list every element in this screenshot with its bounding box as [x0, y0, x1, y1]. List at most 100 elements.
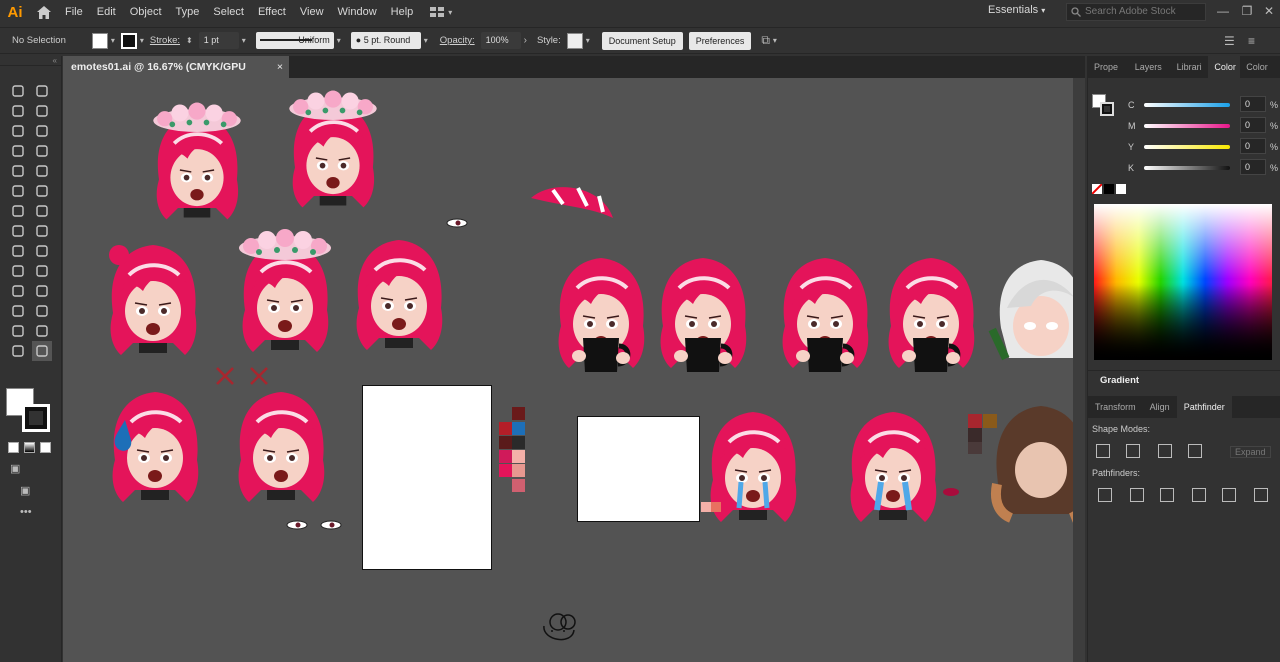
trim-icon[interactable]: [1130, 488, 1144, 502]
draw-mode-icon[interactable]: ▣: [10, 462, 20, 475]
rotate-icon[interactable]: [8, 201, 28, 221]
menu-effect[interactable]: Effect: [251, 0, 293, 24]
chevron-down-icon[interactable]: ▾: [586, 36, 590, 45]
none-mode-icon[interactable]: [40, 442, 51, 453]
black-value[interactable]: 0: [1240, 159, 1266, 175]
document-setup-button[interactable]: Document Setup: [601, 31, 683, 50]
stock-search-input[interactable]: Search Adobe Stock: [1066, 3, 1206, 21]
tab-layers[interactable]: Layers: [1129, 56, 1171, 78]
minus-back-icon[interactable]: [1254, 488, 1268, 502]
shaper-icon[interactable]: [8, 181, 28, 201]
vertical-scrollbar[interactable]: [1073, 78, 1085, 662]
artboard-icon[interactable]: [8, 321, 28, 341]
cyan-value[interactable]: 0: [1240, 96, 1266, 112]
type-icon[interactable]: [8, 141, 28, 161]
eraser-icon[interactable]: [32, 181, 52, 201]
white-swatch[interactable]: [1116, 184, 1126, 194]
chevron-down-icon[interactable]: ▾: [242, 36, 246, 45]
rectangle-icon[interactable]: [8, 161, 28, 181]
exclude-icon[interactable]: [1188, 444, 1202, 458]
perspective-icon[interactable]: [32, 241, 52, 261]
stroke-label[interactable]: Stroke:: [150, 35, 180, 46]
more-tools-icon[interactable]: •••: [20, 506, 32, 518]
document-tab[interactable]: emotes01.ai @ 16.67% (CMYK/GPU Preview) …: [63, 56, 289, 95]
menu-help[interactable]: Help: [384, 0, 421, 24]
tab-pathfinder[interactable]: Pathfinder: [1176, 396, 1232, 418]
arrange-documents-button[interactable]: ▾: [430, 7, 452, 17]
sketch-artboard-2[interactable]: [577, 416, 700, 522]
lasso-icon[interactable]: [32, 101, 52, 121]
chevron-down-icon[interactable]: ▾: [337, 36, 341, 45]
gradient-icon[interactable]: [32, 261, 52, 281]
opacity-field[interactable]: 100%: [480, 32, 521, 49]
merge-icon[interactable]: [1160, 488, 1174, 502]
menu-file[interactable]: File: [58, 0, 90, 24]
tab-libraries[interactable]: Librari: [1171, 56, 1209, 78]
close-tab-icon[interactable]: ×: [277, 56, 283, 78]
minus-front-icon[interactable]: [1126, 444, 1140, 458]
graphic-style-swatch[interactable]: [566, 32, 583, 49]
align-icon[interactable]: ☰: [1224, 34, 1235, 48]
minimize-icon[interactable]: —: [1212, 0, 1234, 22]
expand-button[interactable]: Expand: [1230, 446, 1271, 458]
yellow-value[interactable]: 0: [1240, 138, 1266, 154]
tab-color[interactable]: Color: [1208, 56, 1241, 78]
menu-window[interactable]: Window: [331, 0, 384, 24]
curvature-icon[interactable]: [32, 121, 52, 141]
blend-icon[interactable]: [32, 281, 52, 301]
mesh-icon[interactable]: [8, 261, 28, 281]
close-window-icon[interactable]: ✕: [1258, 0, 1280, 22]
preferences-button[interactable]: Preferences: [688, 31, 752, 50]
menu-edit[interactable]: Edit: [90, 0, 123, 24]
fill-swatch[interactable]: [91, 32, 108, 49]
magic-wand-icon[interactable]: [8, 101, 28, 121]
line-segment-icon[interactable]: [32, 141, 52, 161]
gradient-mode-icon[interactable]: [24, 442, 35, 453]
magenta-slider[interactable]: [1144, 124, 1230, 128]
menu-select[interactable]: Select: [206, 0, 251, 24]
stepper-icon[interactable]: ⬍: [186, 36, 193, 45]
stroke-indicator[interactable]: [1100, 102, 1114, 116]
color-spectrum[interactable]: [1094, 204, 1272, 360]
paintbrush-icon[interactable]: [32, 161, 52, 181]
sketch-artboard-1[interactable]: [362, 385, 492, 570]
tab-properties[interactable]: Prope: [1088, 56, 1129, 78]
home-icon[interactable]: [30, 0, 58, 24]
width-icon[interactable]: [8, 221, 28, 241]
chevron-down-icon[interactable]: ▾: [424, 36, 428, 45]
stroke-weight-field[interactable]: 1 pt: [198, 32, 239, 49]
tool-fill-stroke[interactable]: [6, 388, 50, 432]
zoom-icon[interactable]: [32, 341, 52, 361]
shape-builder-icon[interactable]: [8, 241, 28, 261]
tab-color-guide[interactable]: Color: [1240, 56, 1280, 78]
yellow-slider[interactable]: [1144, 145, 1230, 149]
panel-menu-icon[interactable]: ≡: [1248, 34, 1255, 48]
stroke-swatch[interactable]: [120, 32, 137, 49]
tab-transform[interactable]: Transform: [1088, 396, 1143, 418]
gradient-panel-header[interactable]: Gradient: [1088, 370, 1280, 390]
collapse-icon[interactable]: «: [0, 56, 61, 66]
intersect-icon[interactable]: [1158, 444, 1172, 458]
chevron-down-icon[interactable]: ▾: [111, 36, 115, 45]
direct-selection-icon[interactable]: [32, 81, 52, 101]
slice-icon[interactable]: [32, 321, 52, 341]
workspace-switcher[interactable]: Essentials ▾: [988, 4, 1045, 16]
magenta-value[interactable]: 0: [1240, 117, 1266, 133]
divide-icon[interactable]: [1098, 488, 1112, 502]
puppet-warp-icon[interactable]: [32, 221, 52, 241]
restore-icon[interactable]: ❐: [1236, 0, 1258, 22]
black-swatch[interactable]: [1104, 184, 1114, 194]
symbol-sprayer-icon[interactable]: [8, 301, 28, 321]
outline-icon[interactable]: [1222, 488, 1236, 502]
pen-icon[interactable]: [8, 121, 28, 141]
brush-definition[interactable]: ● 5 pt. Round: [350, 32, 421, 49]
menu-view[interactable]: View: [293, 0, 331, 24]
crop-icon[interactable]: [1192, 488, 1206, 502]
chevron-right-icon[interactable]: ›: [524, 35, 527, 46]
selection-icon[interactable]: [8, 81, 28, 101]
hand-icon[interactable]: [8, 341, 28, 361]
cyan-slider[interactable]: [1144, 103, 1230, 107]
screen-mode-icon[interactable]: ▣: [20, 484, 30, 497]
transform-icon[interactable]: ⧉: [761, 33, 770, 48]
scale-icon[interactable]: [32, 201, 52, 221]
